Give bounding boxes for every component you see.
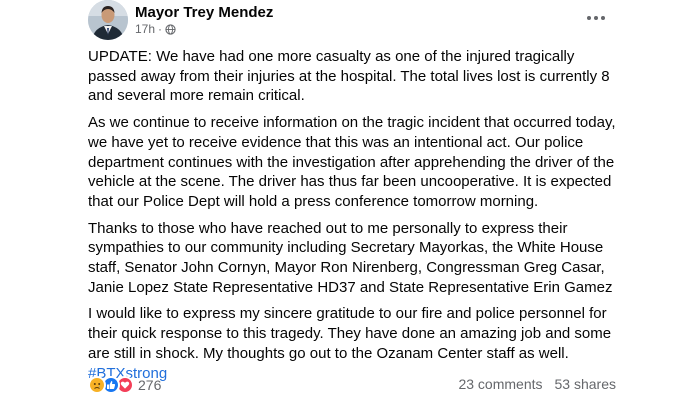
meta-separator: · — [158, 22, 163, 36]
sad-reaction-icon — [88, 376, 106, 394]
avatar[interactable] — [88, 0, 128, 40]
post-body: UPDATE: We have had one more casualty as… — [88, 47, 618, 383]
more-dot — [601, 16, 605, 20]
globe-icon — [165, 23, 176, 35]
author-name[interactable]: Mayor Trey Mendez — [135, 4, 273, 21]
post-paragraph: UPDATE: We have had one more casualty as… — [88, 48, 610, 105]
shares-count-link[interactable]: 53 shares — [555, 376, 616, 392]
post-paragraph: Thanks to those who have reached out to … — [88, 219, 613, 296]
post-meta: 17h · — [135, 22, 176, 36]
reactions-summary[interactable]: 276 — [88, 376, 161, 394]
post-paragraph: As we continue to receive information on… — [88, 114, 616, 210]
reaction-count: 276 — [138, 377, 162, 393]
post-paragraph: I would like to express my sincere grati… — [88, 305, 612, 362]
facebook-post: Mayor Trey Mendez 17h · UPDATE: We have … — [0, 0, 700, 400]
comments-count-link[interactable]: 23 comments — [458, 376, 542, 392]
post-footer: 276 23 comments 53 shares — [88, 376, 616, 396]
post-time[interactable]: 17h — [135, 22, 155, 36]
more-dot — [587, 16, 591, 20]
engagement-stats: 23 comments 53 shares — [458, 376, 616, 392]
more-dot — [594, 16, 598, 20]
more-options-icon[interactable] — [584, 8, 608, 28]
profile-photo — [88, 0, 128, 40]
